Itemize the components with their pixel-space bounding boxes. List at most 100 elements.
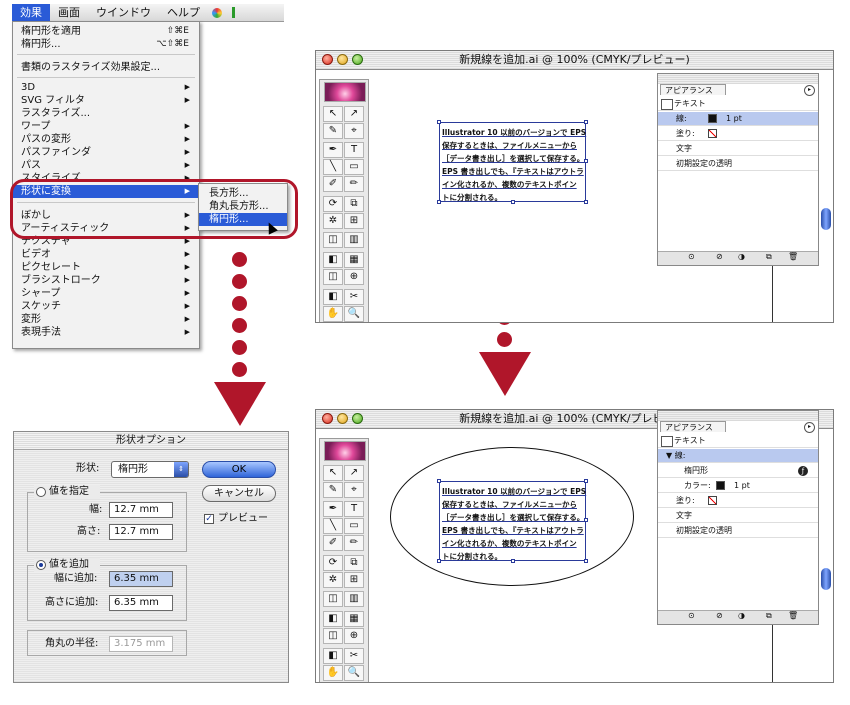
text-object[interactable]: Illustrator 10 以前のバージョンで EPS 保存するときは、ファイ…	[437, 120, 588, 204]
selection-handle[interactable]	[584, 159, 588, 163]
gradient-tool[interactable]: ▦	[344, 611, 364, 627]
magic-wand-tool[interactable]: ✎	[323, 482, 343, 498]
appearance-row-color[interactable]: カラー: 1 pt	[658, 479, 818, 493]
menu-item-pathfinder[interactable]: パスファインダ ▶	[13, 146, 199, 159]
stroke-swatch[interactable]	[708, 114, 717, 123]
scrollbar-thumb[interactable]	[821, 568, 831, 590]
text-object[interactable]: Illustrator 10 以前のバージョンで EPS 保存するときは、ファイ…	[437, 479, 588, 563]
pencil-tool[interactable]: ✏	[344, 176, 364, 192]
scrollbar-thumb[interactable]	[821, 208, 831, 230]
reduce-icon[interactable]: ◑	[738, 252, 745, 261]
duplicate-icon[interactable]: ⧉	[766, 611, 772, 621]
scissors-tool[interactable]: ✂	[344, 648, 364, 664]
mesh-tool[interactable]: ◧	[323, 252, 343, 268]
clear-icon[interactable]: ⊘	[716, 252, 723, 261]
selection-handle[interactable]	[584, 479, 588, 483]
scale-tool[interactable]: ⧉	[344, 196, 364, 212]
fill-none-swatch[interactable]	[708, 496, 717, 505]
selection-handle[interactable]	[511, 559, 515, 563]
ok-button[interactable]: OK	[202, 461, 276, 478]
scale-tool[interactable]: ⧉	[344, 555, 364, 571]
menu-item-distort[interactable]: 変形 ▶	[13, 313, 199, 326]
panel-tab-appearance[interactable]: アピアランス	[660, 421, 726, 432]
pencil-tool[interactable]: ✏	[344, 535, 364, 551]
graph-tool[interactable]: ▥	[344, 232, 364, 248]
appearance-row-stroke[interactable]: 線: 1 pt	[658, 112, 818, 126]
menu-item-3d[interactable]: 3D ▶	[13, 81, 199, 94]
magic-wand-tool[interactable]: ✎	[323, 123, 343, 139]
fill-none-swatch[interactable]	[708, 129, 717, 138]
menu-item-brush-strokes[interactable]: ブラシストローク ▶	[13, 274, 199, 287]
menu-item-path[interactable]: パス ▶	[13, 159, 199, 172]
cancel-button[interactable]: キャンセル	[202, 485, 276, 502]
menu-item-warp[interactable]: ワープ ▶	[13, 120, 199, 133]
menu-item-video[interactable]: ビデオ ▶	[13, 248, 199, 261]
direct-selection-tool[interactable]: ↗	[344, 465, 364, 481]
panel-tab-appearance[interactable]: アピアランス	[660, 84, 726, 95]
zoom-tool[interactable]: 🔍	[344, 306, 364, 322]
appearance-row-characters[interactable]: 文字	[658, 509, 818, 523]
stroke-swatch[interactable]	[716, 481, 725, 490]
symbol-sprayer-tool[interactable]: ◫	[323, 591, 343, 607]
paintbrush-tool[interactable]: ✐	[323, 176, 343, 192]
panel-menu-icon[interactable]: ▸	[804, 422, 815, 433]
selection-handle[interactable]	[437, 479, 441, 483]
pen-tool[interactable]: ✒	[323, 501, 343, 517]
selection-handle[interactable]	[584, 518, 588, 522]
trash-icon[interactable]: 🗑	[788, 611, 798, 620]
selection-tool[interactable]: ↖	[323, 106, 343, 122]
menu-item-raster-settings[interactable]: 書類のラスタライズ効果設定...	[13, 61, 199, 74]
selection-handle[interactable]	[437, 200, 441, 204]
menu-help[interactable]: ヘルプ	[159, 4, 208, 21]
panel-menu-icon[interactable]: ▸	[804, 85, 815, 96]
menu-item-distort-transform[interactable]: パスの変形 ▶	[13, 133, 199, 146]
reduce-icon[interactable]: ◑	[738, 611, 745, 620]
clear-icon[interactable]: ⊘	[716, 611, 723, 620]
eyedropper-tool[interactable]: ◫	[323, 628, 343, 644]
menu-item-pixelate[interactable]: ピクセレート ▶	[13, 261, 199, 274]
appearance-row-fill[interactable]: 塗り:	[658, 127, 818, 141]
zoom-tool[interactable]: 🔍	[344, 665, 364, 681]
rotate-tool[interactable]: ⟳	[323, 196, 343, 212]
appearance-row-ellipse-effect[interactable]: 楕円形 ƒ	[658, 464, 818, 478]
blend-tool[interactable]: ⊕	[344, 628, 364, 644]
selection-handle[interactable]	[511, 200, 515, 204]
warp-tool[interactable]: ✲	[323, 572, 343, 588]
appearance-row-transparency[interactable]: 初期設定の透明	[658, 524, 818, 538]
appearance-row-stroke[interactable]: ▼ 線:	[658, 449, 818, 463]
selection-handle[interactable]	[437, 559, 441, 563]
free-transform-tool[interactable]: ⊞	[344, 572, 364, 588]
duplicate-icon[interactable]: ⧉	[766, 252, 772, 262]
lasso-tool[interactable]: ⌖	[344, 482, 364, 498]
type-tool[interactable]: T	[344, 501, 364, 517]
trash-icon[interactable]: 🗑	[788, 252, 798, 261]
new-art-icon[interactable]: ⊙	[688, 252, 695, 261]
blend-tool[interactable]: ⊕	[344, 269, 364, 285]
scissors-tool[interactable]: ✂	[344, 289, 364, 305]
pen-tool[interactable]: ✒	[323, 142, 343, 158]
eyedropper-tool[interactable]: ◫	[323, 269, 343, 285]
menu-item-ellipse[interactable]: 楕円形... ⌥⇧⌘E	[13, 38, 199, 51]
rectangle-tool[interactable]: ▭	[344, 159, 364, 175]
hand-tool[interactable]: ✋	[323, 306, 343, 322]
menu-view[interactable]: 画面	[50, 4, 88, 21]
warp-tool[interactable]: ✲	[323, 213, 343, 229]
mesh-tool[interactable]: ◧	[323, 611, 343, 627]
menu-item-rasterize[interactable]: ラスタライズ...	[13, 107, 199, 120]
selection-handle[interactable]	[584, 120, 588, 124]
appearance-row-characters[interactable]: 文字	[658, 142, 818, 156]
selection-handle[interactable]	[584, 559, 588, 563]
lasso-tool[interactable]: ⌖	[344, 123, 364, 139]
line-tool[interactable]: ╲	[323, 518, 343, 534]
graph-tool[interactable]: ▥	[344, 591, 364, 607]
fx-badge-icon[interactable]: ƒ	[798, 466, 808, 476]
slice-tool[interactable]: ◧	[323, 289, 343, 305]
width-field[interactable]: 12.7 mm	[109, 502, 173, 518]
shape-select[interactable]: 楕円形 ⇕	[111, 461, 189, 478]
menu-item-svg-filter[interactable]: SVG フィルタ ▶	[13, 94, 199, 107]
rectangle-tool[interactable]: ▭	[344, 518, 364, 534]
line-tool[interactable]: ╲	[323, 159, 343, 175]
free-transform-tool[interactable]: ⊞	[344, 213, 364, 229]
selection-handle[interactable]	[437, 120, 441, 124]
paintbrush-tool[interactable]: ✐	[323, 535, 343, 551]
